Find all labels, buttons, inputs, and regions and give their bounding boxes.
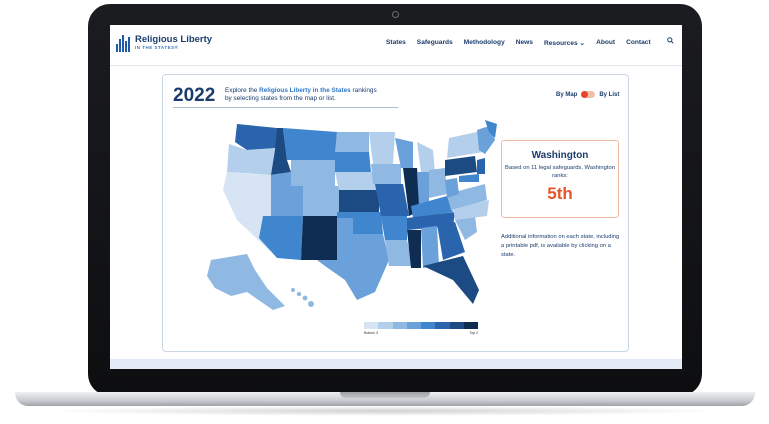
by-map-label[interactable]: By Map — [556, 92, 577, 98]
state-alabama — [421, 226, 439, 268]
state-montana — [283, 128, 337, 160]
site-logo[interactable]: Religious Liberty IN THE STATES® — [116, 35, 212, 52]
search-icon[interactable] — [667, 37, 674, 44]
state-colorado — [303, 186, 339, 216]
nav-methodology[interactable]: Methodology — [464, 39, 505, 47]
footer-strip — [110, 359, 682, 369]
legend-top-label: Top 2 — [469, 331, 478, 335]
additional-info-text: Additional information on each state, in… — [501, 234, 620, 258]
state-washington — [235, 124, 277, 150]
state-south-dakota — [335, 152, 371, 172]
state-indiana — [417, 172, 429, 206]
legend-swatch — [463, 322, 478, 329]
nav-news[interactable]: News — [516, 39, 533, 47]
laptop-notch — [340, 392, 430, 398]
state-arkansas — [381, 216, 407, 240]
nav-resources[interactable]: Resources ⌄ — [544, 39, 585, 47]
logo-title: Religious Liberty — [135, 34, 213, 45]
legend-color-scale — [364, 322, 478, 329]
screen: Religious Liberty IN THE STATES® States … — [110, 25, 682, 369]
legend-swatch — [449, 322, 464, 329]
legend-bottom-label: Bottom 3 — [364, 331, 379, 335]
state-pennsylvania — [445, 156, 477, 176]
state-kansas — [339, 190, 379, 212]
state-new-jersey — [477, 158, 485, 174]
state-arizona — [259, 216, 303, 260]
logo-bars-icon — [116, 35, 131, 52]
state-new-mexico — [301, 216, 337, 260]
view-toggle-switch[interactable] — [581, 91, 596, 98]
site-header: Religious Liberty IN THE STATES® States … — [110, 25, 682, 66]
selected-state-name: Washington — [531, 150, 589, 161]
state-iowa — [371, 164, 401, 184]
state-wisconsin — [395, 138, 413, 168]
toggle-knob — [581, 91, 589, 98]
nav-safeguards[interactable]: Safeguards — [417, 39, 453, 47]
state-info-box: Washington Based on 11 legal safeguards,… — [501, 140, 619, 218]
map-legend: Bottom 3 Top 2 — [364, 322, 478, 335]
nav-about[interactable]: About — [596, 39, 615, 47]
state-nebraska — [335, 172, 377, 190]
us-state-map[interactable] — [207, 120, 497, 320]
legend-swatch — [364, 322, 379, 329]
nav-contact[interactable]: Contact — [626, 39, 651, 47]
map-hawaii — [291, 288, 314, 307]
state-wyoming — [291, 160, 335, 186]
legend-swatch — [406, 322, 421, 329]
legend-swatch — [392, 322, 407, 329]
legend-swatch — [421, 322, 436, 329]
legend-swatch — [435, 322, 450, 329]
nav-states[interactable]: States — [386, 39, 406, 47]
map-alaska — [207, 254, 285, 310]
intro-text: Explore the Religious Liberty in the Sta… — [225, 87, 377, 102]
rankings-card: 2022 Explore the Religious Liberty in th… — [162, 74, 629, 352]
logo-subtitle: IN THE STATES® — [135, 45, 179, 50]
camera-icon — [392, 11, 399, 18]
view-toggle: By Map By List — [556, 91, 619, 98]
year-heading: 2022 — [173, 85, 216, 106]
legend-swatch — [378, 322, 393, 329]
state-missouri — [375, 184, 409, 216]
intro-divider — [173, 107, 398, 108]
intro-highlight[interactable]: Religious Liberty in the States — [259, 87, 351, 94]
state-north-dakota — [335, 132, 369, 152]
state-rank: 5th — [547, 184, 573, 203]
state-minnesota — [369, 132, 395, 164]
safeguards-text: Based on 11 legal safeguards, Washington… — [505, 165, 615, 179]
state-michigan — [417, 142, 435, 172]
by-list-label[interactable]: By List — [599, 92, 619, 98]
state-maryland — [459, 174, 479, 182]
state-ohio — [429, 168, 447, 198]
map-contiguous-states — [223, 120, 497, 304]
main-nav: States Safeguards Methodology News Resou… — [386, 39, 662, 47]
laptop-shadow — [40, 406, 730, 416]
